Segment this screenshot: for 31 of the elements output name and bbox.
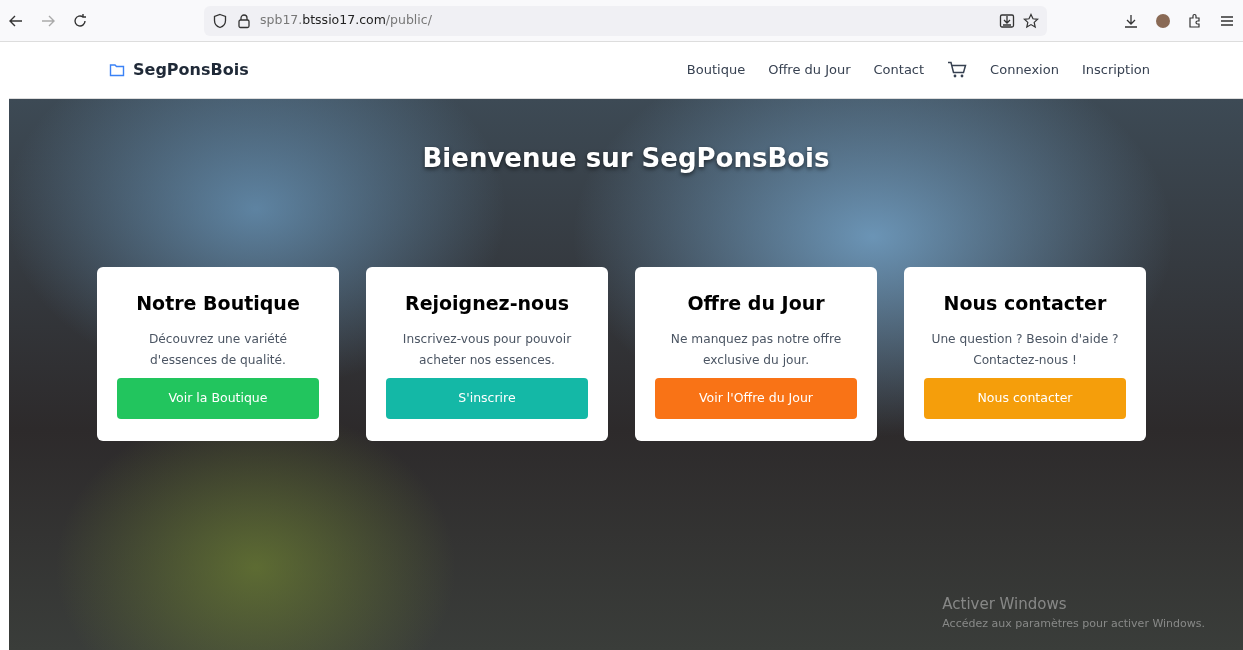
card-title: Nous contacter [943,291,1107,317]
nav-link[interactable]: Contact [873,60,925,80]
cart-icon [947,61,968,79]
download-page-icon[interactable] [999,12,1015,29]
activation-text: Accédez aux paramètres pour activer Windows. [942,615,1205,632]
url-text: spb17.btssio17.com/public/ [260,11,433,30]
card-title: Notre Boutique [136,291,300,317]
brand-link[interactable]: SegPonsBois [109,58,249,82]
hero-title: Bienvenue sur SegPonsBois [422,142,830,175]
reload-icon[interactable] [72,12,88,29]
card-title: Rejoignez-nous [405,291,569,317]
star-icon[interactable] [1023,12,1039,29]
activation-title: Activer Windows [942,594,1068,615]
extensions-icon[interactable] [1187,12,1203,29]
shield-icon[interactable] [212,12,228,29]
cart-link[interactable] [947,61,968,79]
card-text: Une question ? Besoin d'aide ? Contactez-nous ! [930,330,1120,369]
nav-link[interactable]: Offre du Jour [768,60,851,80]
nav-link[interactable]: Connexion [990,60,1059,80]
nav-link[interactable]: Boutique [686,60,746,80]
card-text: Ne manquez pas notre offre exclusive du jour. [669,330,843,369]
nav-link[interactable]: Inscription [1081,60,1150,80]
avatar-icon[interactable] [1155,12,1171,29]
card-text: Découvrez une variété d'essences de qualité. [147,330,289,369]
brand-name: SegPonsBois [133,59,249,81]
card-title: Offre du Jour [687,291,825,317]
address-bar[interactable]: spb17.btssio17.com/public/ [204,5,1047,36]
card-text: Inscrivez-vous pour pouvoir acheter nos essences. [401,330,573,369]
lock-icon[interactable] [236,12,252,29]
download-icon[interactable] [1123,12,1139,29]
folder-icon [109,62,125,78]
